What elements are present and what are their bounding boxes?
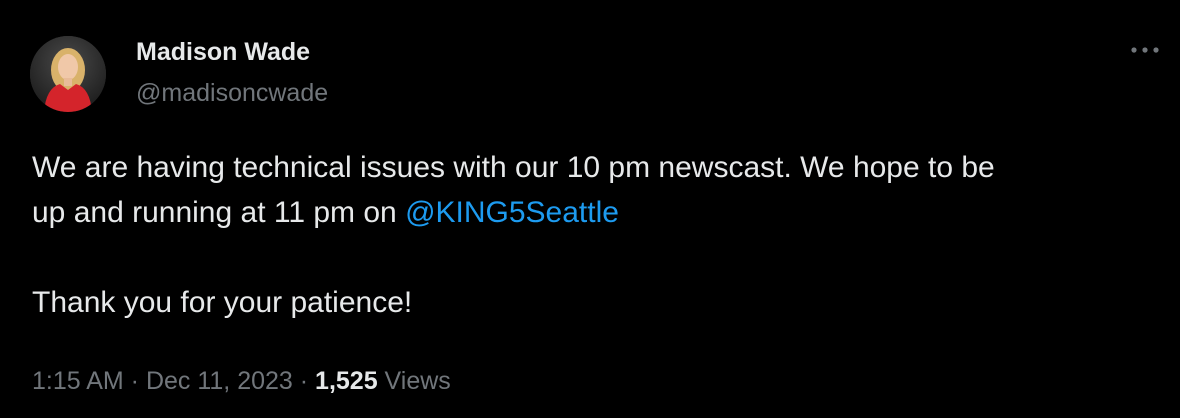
meta-separator: ·: [123, 367, 146, 395]
timestamp-time[interactable]: 1:15 AM: [32, 367, 124, 395]
mention-link[interactable]: @KING5Seattle: [405, 196, 619, 229]
tweet-card: Madison Wade @madisoncwade We are having…: [0, 0, 1180, 418]
views-label: Views: [377, 367, 451, 395]
tweet-line-2-prefix: up and running at 11 pm on: [32, 196, 406, 229]
more-options-button[interactable]: [1128, 38, 1162, 62]
tweet-line-3: Thank you for your patience!: [32, 286, 413, 319]
tweet-line: Thank you for your patience!: [32, 280, 1152, 325]
meta-separator: ·: [292, 367, 316, 395]
tweet-line: We are having technical issues with our …: [32, 145, 1152, 190]
profile-photo-icon: [30, 36, 106, 112]
tweet-text: We are having technical issues with our …: [32, 145, 1152, 325]
views-count: 1,525: [315, 367, 378, 395]
more-horizontal-icon: [1131, 47, 1159, 53]
tweet-meta: 1:15 AM · Dec 11, 2023 · 1,525 Views: [32, 365, 451, 397]
author-name[interactable]: Madison Wade: [136, 36, 310, 68]
tweet-line-1: We are having technical issues with our …: [32, 151, 995, 184]
avatar[interactable]: [30, 36, 106, 112]
tweet-line: up and running at 11 pm on @KING5Seattle: [32, 190, 1152, 235]
timestamp-date[interactable]: Dec 11, 2023: [146, 367, 293, 395]
author-handle[interactable]: @madisoncwade: [136, 77, 328, 109]
